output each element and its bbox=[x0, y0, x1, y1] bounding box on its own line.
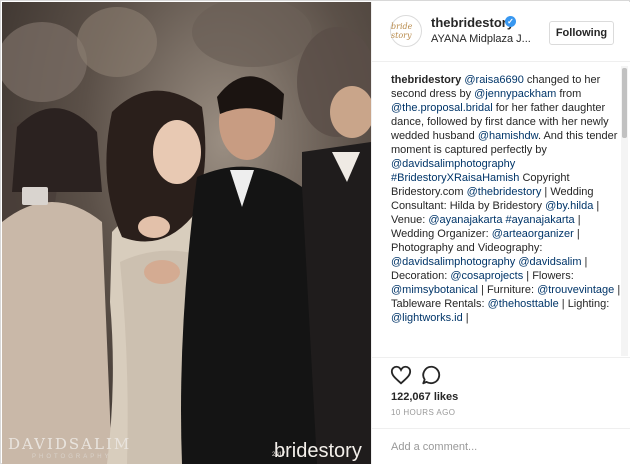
scrollbar-thumb[interactable] bbox=[622, 68, 627, 138]
caption-mention-link[interactable]: @arteaorganizer bbox=[492, 228, 574, 240]
caption-mention-link[interactable]: @davidsalim bbox=[518, 256, 581, 268]
brand-watermark: bridestory bbox=[274, 440, 362, 462]
caption-text: from bbox=[556, 88, 582, 100]
caption-mention-link[interactable]: #BridestoryXRaisaHamish bbox=[391, 172, 519, 184]
caption-text: | bbox=[462, 312, 469, 324]
post-caption: thebridestory @raisa6690 changed to her … bbox=[391, 73, 621, 355]
caption-mention-link[interactable]: @cosaprojects bbox=[450, 270, 523, 282]
caption-mention-link[interactable]: @raisa6690 bbox=[464, 74, 523, 86]
caption-mention-link[interactable]: @jennypackham bbox=[474, 88, 556, 100]
heart-icon[interactable] bbox=[390, 364, 412, 386]
post-timestamp[interactable]: 10 HOURS AGO bbox=[391, 408, 455, 417]
caption-scrollbar[interactable] bbox=[621, 66, 628, 356]
caption-mention-link[interactable]: @lightworks.id bbox=[391, 312, 463, 324]
caption-text: | Furniture: bbox=[477, 284, 538, 296]
caption-mention-link[interactable]: @trouvevintage bbox=[537, 284, 614, 296]
comment-input[interactable] bbox=[391, 439, 601, 455]
caption-mention-link[interactable]: @davidsalimphotography bbox=[391, 256, 515, 268]
photographer-watermark-sub: PHOTOGRAPHY bbox=[32, 454, 112, 460]
caption-mention-link[interactable]: @hamishdw bbox=[478, 130, 538, 142]
username-link[interactable]: thebridestory bbox=[431, 15, 514, 30]
caption-mention-link[interactable]: @ayanajakarta bbox=[428, 214, 502, 226]
post-header: bride story thebridestory ✓ AYANA Midpla… bbox=[372, 2, 630, 62]
caption-mention-link[interactable]: @by.hilda bbox=[545, 200, 593, 212]
post-actions: 122,067 likes 10 HOURS AGO bbox=[372, 357, 630, 467]
caption-mention-link[interactable]: @thehosttable bbox=[488, 298, 559, 310]
following-button[interactable]: Following bbox=[549, 21, 614, 45]
avatar[interactable]: bride story bbox=[390, 15, 422, 47]
verified-badge-icon: ✓ bbox=[505, 16, 516, 27]
caption-text: | Lighting: bbox=[558, 298, 610, 310]
caption-mention-link[interactable]: @the.proposal.bridal bbox=[391, 102, 493, 114]
location-link[interactable]: AYANA Midplaza J... bbox=[431, 33, 531, 45]
post-details-panel: bride story thebridestory ✓ AYANA Midpla… bbox=[371, 2, 630, 464]
caption-text: | Flowers: bbox=[523, 270, 574, 282]
post-photo[interactable]: DAVIDSALIM PHOTOGRAPHY 2017 bridestory bbox=[2, 2, 371, 464]
caption-mention-link[interactable]: #ayanajakarta bbox=[506, 214, 575, 226]
caption-mention-link[interactable]: @davidsalimphotography bbox=[391, 158, 515, 170]
caption-mention-link[interactable]: @thebridestory bbox=[467, 186, 542, 198]
comment-bar bbox=[372, 428, 630, 465]
photo-illustration bbox=[2, 2, 371, 464]
photographer-watermark: DAVIDSALIM bbox=[8, 435, 132, 453]
post-window: DAVIDSALIM PHOTOGRAPHY 2017 bridestory b… bbox=[0, 0, 630, 464]
caption-mention-link[interactable]: @mimsybotanical bbox=[391, 284, 478, 296]
like-count[interactable]: 122,067 likes bbox=[391, 391, 458, 403]
comment-bubble-icon[interactable] bbox=[421, 364, 443, 386]
caption-username[interactable]: thebridestory bbox=[391, 74, 461, 86]
